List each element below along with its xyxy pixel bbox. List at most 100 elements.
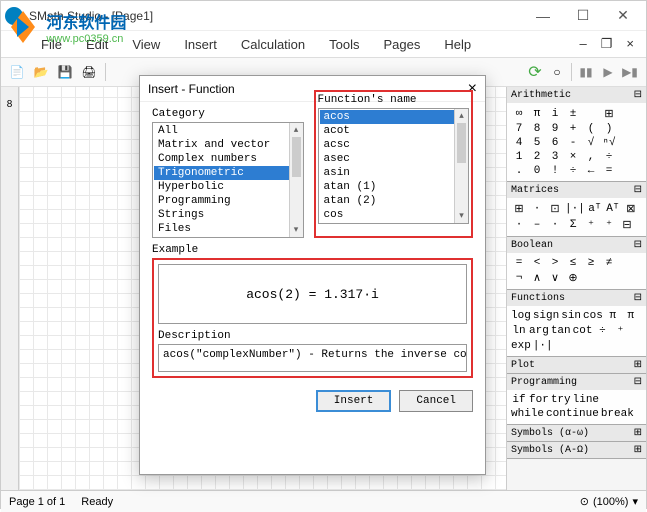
panel-button[interactable]: 5 — [529, 137, 545, 149]
panel-button[interactable]: ÷ — [565, 165, 581, 177]
panel-button[interactable]: while — [511, 408, 544, 420]
panel-button[interactable]: 3 — [547, 151, 563, 163]
category-item[interactable]: Hyperbolic — [154, 180, 302, 194]
panel-button[interactable]: ⊟ — [619, 218, 635, 232]
scrollbar[interactable]: ▴ ▾ — [454, 109, 468, 223]
panel-button[interactable]: ! — [547, 165, 563, 177]
panel-button[interactable]: < — [529, 257, 545, 269]
panel-button[interactable]: ∨ — [547, 271, 563, 285]
panel-button[interactable]: ⁿ√ — [601, 137, 617, 149]
panel-button[interactable]: if — [511, 394, 527, 406]
category-item[interactable]: Programming — [154, 194, 302, 208]
panel-button[interactable]: = — [601, 165, 617, 177]
panel-button[interactable]: cot — [573, 325, 593, 337]
panel-button[interactable]: sin — [561, 310, 581, 322]
zoom-dropdown-icon[interactable]: ▾ — [632, 495, 638, 508]
category-item[interactable]: Files — [154, 222, 302, 236]
panel-button[interactable]: π — [605, 310, 621, 322]
panel-button[interactable]: 2 — [529, 151, 545, 163]
panel-button[interactable]: 1 — [511, 151, 527, 163]
panel-button[interactable]: try — [551, 394, 571, 406]
panel-button[interactable]: ≤ — [565, 257, 581, 269]
panel-button[interactable]: ÷ — [601, 151, 617, 163]
category-item[interactable]: Trigonometric — [154, 166, 302, 180]
panel-button[interactable]: - — [565, 137, 581, 149]
function-item[interactable]: acos — [320, 110, 468, 124]
panel-button[interactable]: sign — [533, 310, 559, 322]
function-item[interactable]: atan (2) — [320, 194, 468, 208]
collapse-icon[interactable]: ⊟ — [634, 292, 642, 304]
panel-button[interactable]: ⁺ — [612, 324, 628, 338]
panel-button[interactable]: arg — [529, 325, 549, 337]
panel-button[interactable]: |·| — [533, 340, 553, 352]
menu-pages[interactable]: Pages — [374, 33, 431, 56]
pause-icon[interactable]: ▮▮ — [576, 62, 596, 82]
panel-button[interactable]: line — [573, 394, 599, 406]
save-icon[interactable]: 💾 — [55, 62, 75, 82]
insert-button[interactable]: Insert — [316, 390, 392, 412]
maximize-button[interactable]: ☐ — [564, 4, 602, 28]
play-icon[interactable]: ▶ — [598, 62, 618, 82]
panel-button[interactable]: + — [565, 123, 581, 135]
panel-button[interactable]: ⁺ — [601, 218, 617, 232]
panel-button[interactable]: ) — [601, 123, 617, 135]
panel-button[interactable]: ⊞ — [601, 107, 617, 121]
close-button[interactable]: ✕ — [604, 4, 642, 28]
panel-button[interactable]: π — [623, 310, 639, 322]
category-item[interactable]: Complex numbers — [154, 152, 302, 166]
panel-button[interactable]: ⊡ — [547, 202, 563, 216]
panel-button[interactable]: > — [547, 257, 563, 269]
function-item[interactable]: asec — [320, 152, 468, 166]
expand-icon[interactable]: ⊞ — [634, 427, 642, 439]
panel-button[interactable]: ⁺ — [583, 218, 599, 232]
subwin-close-button[interactable]: × — [620, 34, 640, 54]
scrollbar[interactable]: ▴ ▾ — [289, 123, 303, 237]
panel-button[interactable]: ⊠ — [623, 202, 639, 216]
scroll-up-icon[interactable]: ▴ — [290, 123, 303, 137]
panel-button[interactable]: . — [511, 165, 527, 177]
panel-button[interactable]: × — [565, 151, 581, 163]
scroll-up-icon[interactable]: ▴ — [455, 109, 468, 123]
step-icon[interactable]: ▶▮ — [620, 62, 640, 82]
panel-button[interactable]: i — [547, 108, 563, 120]
open-icon[interactable]: 📂 — [31, 62, 51, 82]
panel-button[interactable]: ⊕ — [565, 271, 581, 285]
panel-button[interactable]: break — [601, 408, 634, 420]
panel-button[interactable]: · — [529, 203, 545, 215]
menu-tools[interactable]: Tools — [319, 33, 369, 56]
panel-button[interactable]: ⊞ — [511, 202, 527, 216]
panel-button[interactable]: ∧ — [529, 271, 545, 285]
cancel-button[interactable]: Cancel — [399, 390, 473, 412]
menu-insert[interactable]: Insert — [174, 33, 227, 56]
panel-button[interactable]: |·| — [565, 203, 585, 215]
category-item[interactable]: Matrix and vector — [154, 138, 302, 152]
subwin-minimize-button[interactable]: – — [574, 34, 593, 54]
collapse-icon[interactable]: ⊟ — [634, 376, 642, 388]
stop-icon[interactable]: ○ — [547, 62, 567, 82]
panel-button[interactable]: Aᵀ — [605, 203, 621, 215]
panel-button[interactable]: ( — [583, 123, 599, 135]
collapse-icon[interactable]: ⊟ — [634, 239, 642, 251]
collapse-icon[interactable]: ⊟ — [634, 184, 642, 196]
panel-button[interactable]: 9 — [547, 123, 563, 135]
function-item[interactable]: atan (1) — [320, 180, 468, 194]
panel-button[interactable]: ← — [583, 165, 599, 177]
menu-help[interactable]: Help — [434, 33, 481, 56]
function-list[interactable]: acosacotacscasecasinatan (1)atan (2)cos … — [318, 108, 470, 224]
panel-button[interactable]: 4 — [511, 137, 527, 149]
panel-button[interactable]: ≥ — [583, 257, 599, 269]
panel-button[interactable]: √ — [583, 137, 599, 149]
panel-button[interactable]: · — [547, 219, 563, 231]
refresh-icon[interactable]: ⟳ — [525, 62, 545, 82]
panel-button[interactable]: ln — [511, 325, 527, 337]
panel-button[interactable]: ± — [565, 108, 581, 120]
subwin-restore-button[interactable]: ❐ — [595, 34, 619, 54]
panel-button[interactable]: ÷ — [594, 325, 610, 337]
menu-view[interactable]: View — [122, 33, 170, 56]
function-item[interactable]: acot — [320, 124, 468, 138]
minimize-button[interactable]: — — [524, 4, 562, 28]
category-item[interactable]: Strings — [154, 208, 302, 222]
scrollbar-thumb[interactable] — [292, 137, 301, 177]
panel-button[interactable]: Σ — [565, 219, 581, 231]
panel-button[interactable]: 7 — [511, 123, 527, 135]
